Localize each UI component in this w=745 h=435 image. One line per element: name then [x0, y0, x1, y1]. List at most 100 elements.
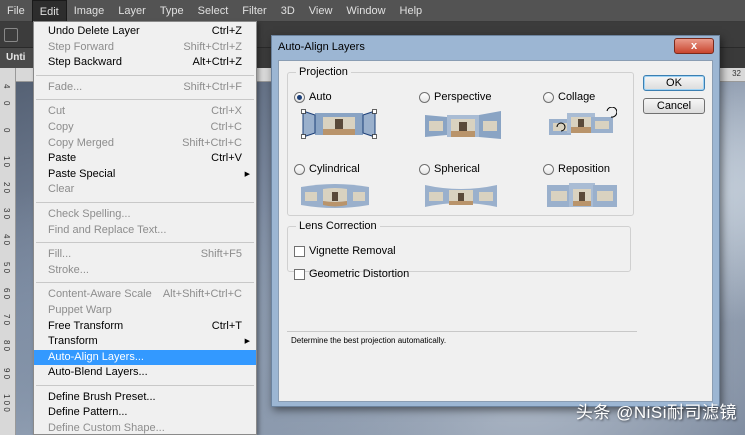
ruler-left-label: 6 0	[2, 288, 11, 300]
menu-item-paste-special[interactable]: Paste Special ▶	[34, 167, 256, 183]
menu-item-content-aware-scale[interactable]: Content-Aware Scale Alt+Shift+Ctrl+C	[34, 287, 256, 303]
reposition-projection-preview-icon[interactable]	[545, 181, 619, 211]
menu-type[interactable]: Type	[153, 0, 191, 22]
menu-help[interactable]: Help	[393, 0, 430, 22]
lens-correction-legend: Lens Correction	[299, 220, 377, 232]
menu-item-label: Fill...	[48, 248, 72, 261]
menu-item-label: Define Brush Preset...	[48, 390, 156, 403]
close-button[interactable]: x	[674, 38, 714, 54]
menu-separator	[34, 238, 256, 247]
menu-item-copy[interactable]: Copy Ctrl+C	[34, 120, 256, 136]
cylindrical-projection-preview-icon[interactable]	[299, 181, 371, 211]
menu-separator	[34, 278, 256, 287]
menu-item-label: Define Pattern...	[48, 406, 128, 419]
vignette-removal-checkbox[interactable]	[294, 245, 305, 257]
ruler-left-label: 9 0	[2, 368, 11, 380]
menu-item-clear[interactable]: Clear	[34, 182, 256, 198]
menu-edit[interactable]: Edit	[31, 0, 67, 22]
menu-item-free-transform[interactable]: Free Transform Ctrl+T	[34, 319, 256, 335]
menu-select[interactable]: Select	[191, 0, 236, 22]
radio-reposition[interactable]: Reposition	[543, 163, 610, 175]
radio-button[interactable]	[543, 91, 554, 103]
menu-separator	[34, 198, 256, 207]
menu-item-step-backward[interactable]: Step Backward Alt+Ctrl+Z	[34, 55, 256, 71]
menu-item-shortcut: Shift+Ctrl+F	[183, 80, 242, 93]
menu-item-label: Step Backward	[48, 56, 122, 69]
radio-label: Cylindrical	[309, 163, 360, 175]
menu-item-shortcut: Alt+Ctrl+Z	[192, 56, 242, 69]
geometric-distortion-checkbox[interactable]	[294, 268, 305, 280]
ruler-left-label: 0	[2, 101, 11, 106]
edit-menu-dropdown: Undo Delete Layer Ctrl+Z Step Forward Shif…	[33, 21, 257, 435]
radio-button[interactable]	[294, 91, 305, 103]
menu-item-undo[interactable]: Undo Delete Layer Ctrl+Z	[34, 24, 256, 40]
menu-item-shortcut: Shift+F5	[200, 248, 242, 261]
menu-item-label: Undo Delete Layer	[48, 25, 140, 37]
radio-button[interactable]	[294, 163, 305, 175]
checkbox-label: Vignette Removal	[309, 245, 396, 257]
collage-projection-preview-icon[interactable]	[547, 107, 617, 141]
tool-preset-icon[interactable]	[4, 28, 18, 42]
menu-item-shortcut: Ctrl+X	[211, 105, 242, 118]
ruler-left-label: 1 0 0	[2, 394, 11, 412]
menu-item-shortcut: Ctrl+Z	[211, 25, 242, 37]
watermark-text: 头条 @NiSi耐司滤镜	[575, 403, 737, 422]
vignette-removal-option[interactable]: Vignette Removal	[294, 245, 396, 257]
cancel-button[interactable]: Cancel	[643, 98, 705, 114]
radio-button[interactable]	[419, 163, 430, 175]
menu-item-check-spelling[interactable]: Check Spelling...	[34, 207, 256, 223]
projection-legend: Projection	[299, 66, 348, 78]
menu-item-label: Free Transform	[48, 319, 124, 332]
menu-item-define-custom-shape[interactable]: Define Custom Shape...	[34, 421, 256, 435]
menu-bar: File Edit Image Layer Type Select Filter…	[0, 0, 745, 22]
radio-perspective[interactable]: Perspective	[419, 91, 491, 103]
menu-item-label: Auto-Blend Layers...	[48, 366, 148, 379]
menu-window[interactable]: Window	[339, 0, 392, 22]
ruler-left-label: 5 0	[2, 262, 11, 274]
menu-item-label: Paste Special	[48, 167, 116, 180]
ruler-left-label: 1 0	[2, 156, 11, 168]
menu-item-label: Content-Aware Scale	[48, 288, 152, 301]
menu-file[interactable]: File	[0, 0, 32, 22]
ok-button[interactable]: OK	[643, 75, 705, 91]
menu-item-auto-align-layers[interactable]: Auto-Align Layers...	[34, 349, 256, 366]
menu-item-label: Paste	[48, 152, 77, 165]
menu-item-find-replace[interactable]: Find and Replace Text...	[34, 223, 256, 239]
menu-item-label: Copy	[48, 120, 74, 133]
menu-item-fade[interactable]: Fade... Shift+Ctrl+F	[34, 80, 256, 96]
radio-label: Spherical	[434, 163, 480, 175]
menu-item-cut[interactable]: Cut Ctrl+X	[34, 104, 256, 120]
menu-item-define-brush[interactable]: Define Brush Preset...	[34, 390, 256, 406]
menu-item-paste[interactable]: Paste Ctrl+V	[34, 151, 256, 167]
menu-item-auto-blend-layers[interactable]: Auto-Blend Layers...	[34, 365, 256, 381]
perspective-projection-preview-icon[interactable]	[423, 109, 503, 141]
radio-auto[interactable]: Auto	[294, 91, 332, 103]
menu-filter[interactable]: Filter	[235, 0, 273, 22]
radio-cylindrical[interactable]: Cylindrical	[294, 163, 360, 175]
spherical-projection-preview-icon[interactable]	[423, 181, 499, 211]
menu-item-puppet-warp[interactable]: Puppet Warp	[34, 303, 256, 319]
radio-button[interactable]	[419, 91, 430, 103]
ruler-left-label: 0	[2, 128, 11, 133]
auto-projection-preview-icon[interactable]	[301, 107, 377, 141]
menu-3d[interactable]: 3D	[274, 0, 302, 22]
menu-item-fill[interactable]: Fill... Shift+F5	[34, 247, 256, 263]
radio-spherical[interactable]: Spherical	[419, 163, 480, 175]
menu-item-label: Fade...	[48, 80, 83, 93]
menu-item-stroke[interactable]: Stroke...	[34, 263, 256, 279]
menu-view[interactable]: View	[302, 0, 340, 22]
menu-layer[interactable]: Layer	[111, 0, 153, 22]
radio-collage[interactable]: Collage	[543, 91, 595, 103]
menu-item-copy-merged[interactable]: Copy Merged Shift+Ctrl+C	[34, 136, 256, 152]
geometric-distortion-option[interactable]: Geometric Distortion	[294, 268, 409, 280]
menu-item-define-pattern[interactable]: Define Pattern...	[34, 405, 256, 421]
menu-item-transform[interactable]: Transform ▶	[34, 334, 256, 350]
submenu-arrow-icon: ▶	[244, 170, 250, 178]
radio-label: Perspective	[434, 91, 492, 103]
menu-item-shortcut: Shift+Ctrl+C	[182, 136, 242, 149]
radio-button[interactable]	[543, 163, 554, 175]
radio-label: Auto	[309, 91, 332, 103]
ruler-left-label: 3 0	[2, 208, 11, 220]
menu-image[interactable]: Image	[67, 0, 112, 22]
menu-item-step-forward[interactable]: Step Forward Shift+Ctrl+Z	[34, 40, 256, 56]
